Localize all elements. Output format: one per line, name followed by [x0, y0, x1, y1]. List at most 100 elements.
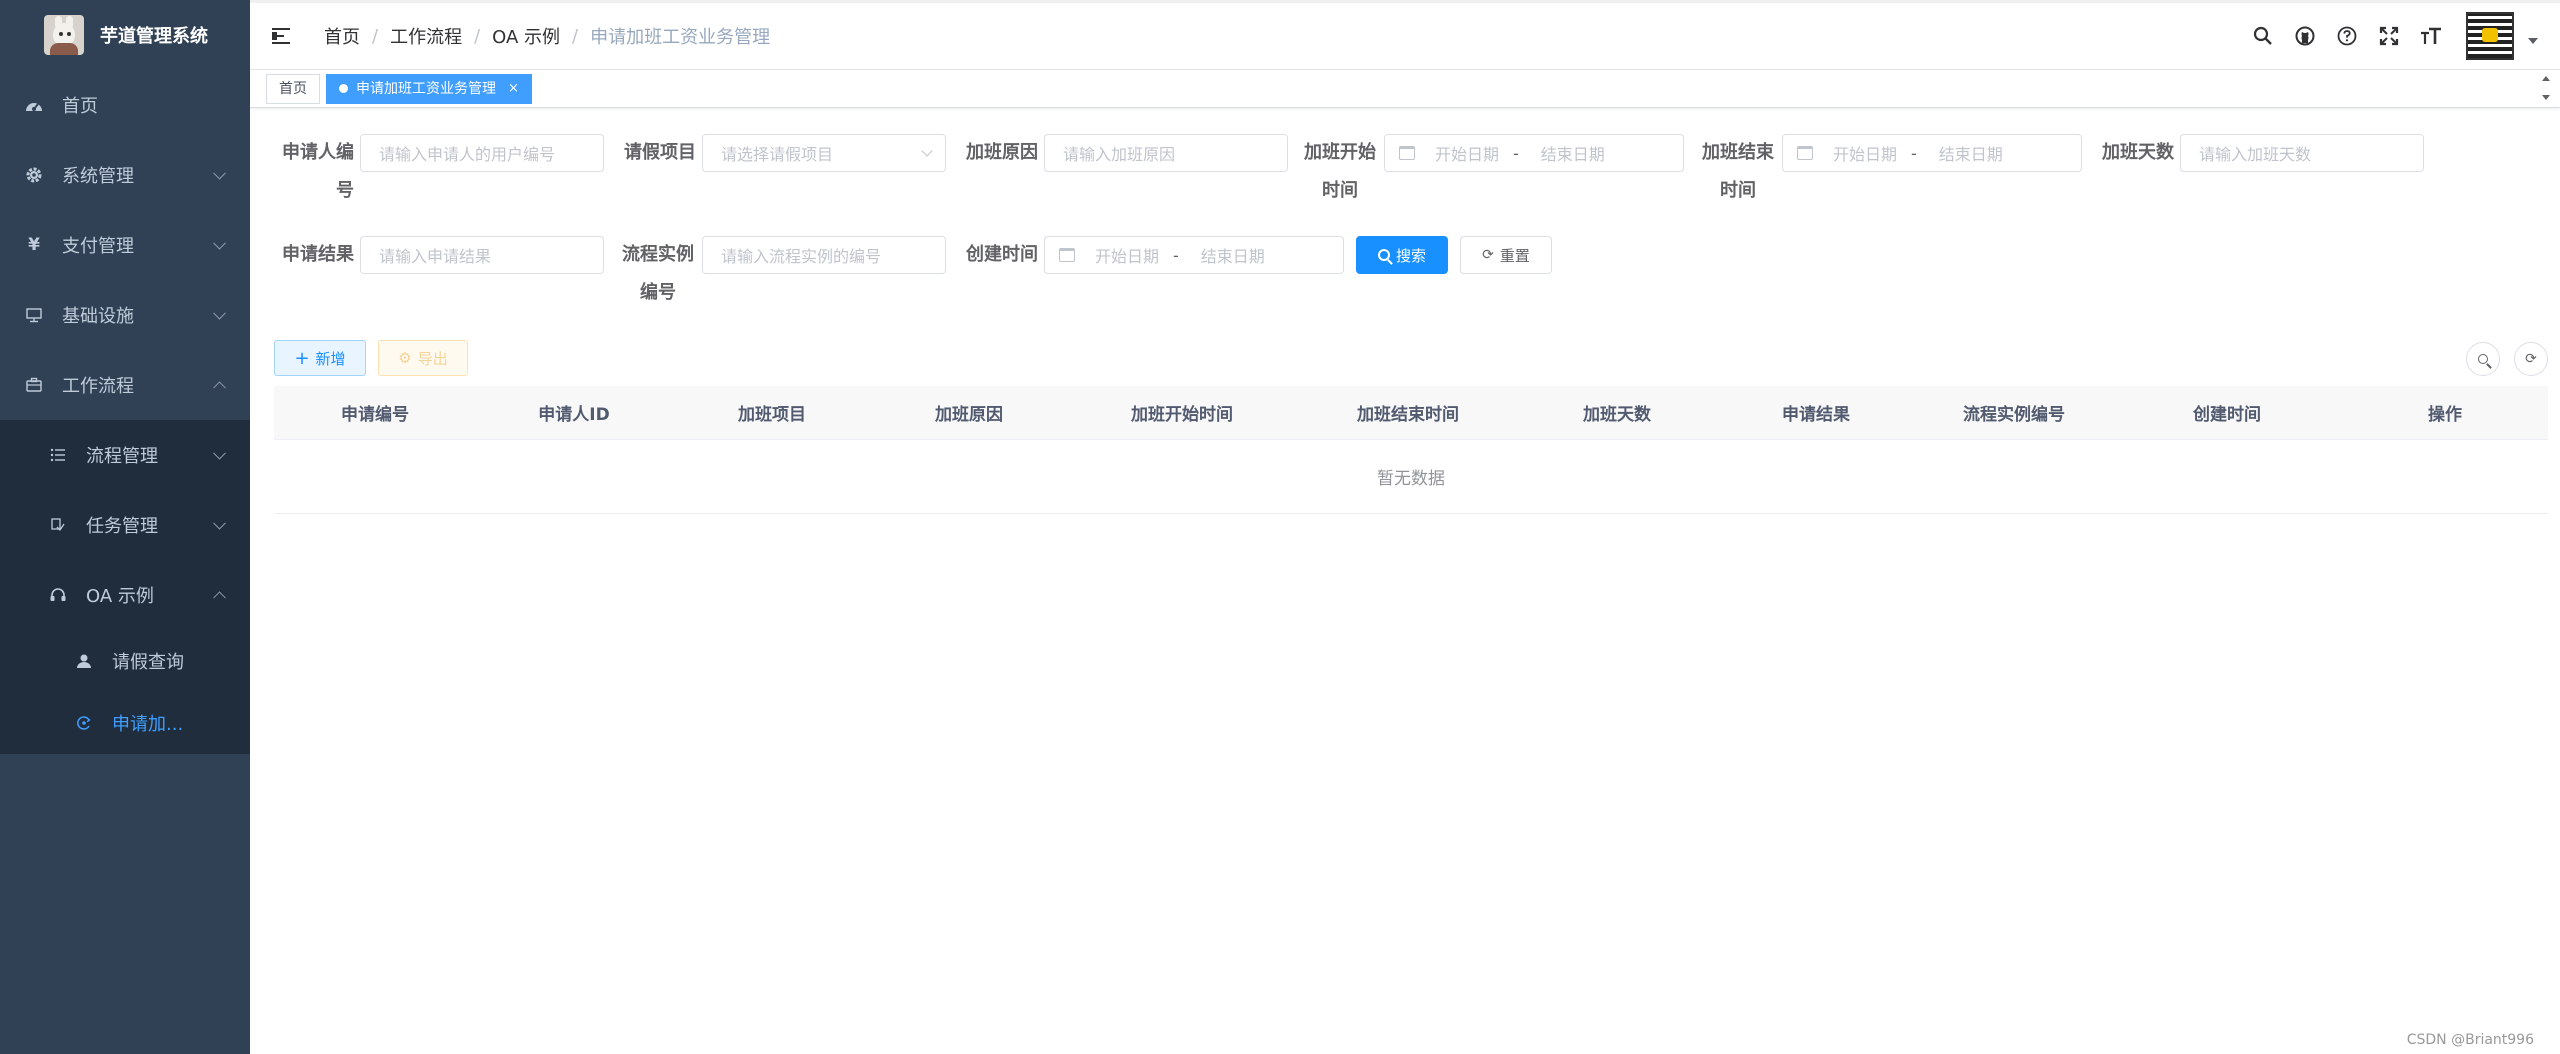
help-icon[interactable]	[2334, 23, 2360, 49]
chevron-down-icon	[213, 516, 226, 530]
search-icon[interactable]	[2250, 23, 2276, 49]
reason-label: 加班原因	[966, 142, 1038, 163]
range-separator: -	[1513, 143, 1519, 163]
add-button[interactable]: + 新增	[274, 340, 366, 376]
logo[interactable]: 芋道管理系统	[0, 0, 250, 70]
search-button[interactable]: 搜索	[1356, 236, 1448, 274]
days-input[interactable]: 请输入加班天数	[2180, 134, 2424, 172]
column-header: 申请编号	[341, 405, 409, 425]
breadcrumb-oa-example[interactable]: OA 示例	[492, 23, 560, 49]
applicant-input[interactable]: 请输入申请人的用户编号	[360, 134, 604, 172]
sidebar-item-label: 任务管理	[86, 516, 158, 537]
start-time-range[interactable]: 开始日期 - 结束日期	[1384, 134, 1684, 172]
end-date-placeholder: 结束日期	[1200, 247, 1265, 266]
end-time-label: 加班结束时间	[1702, 142, 1774, 201]
column-header: 申请结果	[1782, 405, 1850, 425]
github-icon[interactable]	[2292, 23, 2318, 49]
create-time-range[interactable]: 开始日期 - 结束日期	[1044, 236, 1344, 274]
sidebar-item-home[interactable]: 首页	[0, 70, 250, 140]
sidebar-item-label: 工作流程	[62, 376, 134, 397]
sidebar-item-workflow[interactable]: 工作流程	[0, 350, 250, 420]
user-icon	[74, 651, 94, 671]
fullscreen-icon[interactable]	[2376, 23, 2402, 49]
workflow-submenu: 流程管理 任务管理 OA 示例 请假查询 申请加...	[0, 420, 250, 754]
search-form-row-2: 申请结果 请输入申请结果 流程实例编号 请输入流程实例的编号 创建时间 开始日期…	[274, 210, 2548, 310]
start-date-placeholder: 开始日期	[1095, 247, 1160, 266]
dashboard-icon	[24, 95, 44, 115]
breadcrumb-home[interactable]: 首页	[324, 23, 360, 49]
export-button[interactable]: ⚙ 导出	[378, 340, 468, 376]
monitor-icon	[24, 305, 44, 325]
tag-active[interactable]: 申请加班工资业务管理 ×	[326, 73, 532, 104]
range-separator: -	[1173, 245, 1179, 265]
table-header: 申请编号 申请人ID 加班项目 加班原因 加班开始时间 加班结束时间 加班天数 …	[274, 386, 2548, 440]
reset-button[interactable]: ⟳ 重置	[1460, 236, 1552, 274]
sidebar-item-system[interactable]: 系统管理	[0, 140, 250, 210]
plus-icon: +	[294, 347, 310, 369]
logo-image	[44, 15, 84, 55]
leave-item-select[interactable]: 请选择请假项目	[702, 134, 946, 172]
breadcrumb: 首页 / 工作流程 / OA 示例 / 申请加班工资业务管理	[324, 23, 770, 49]
headset-icon	[48, 585, 68, 605]
refresh-table-button[interactable]: ⟳	[2514, 342, 2548, 376]
tag-active-label: 申请加班工资业务管理	[356, 80, 496, 97]
result-label: 申请结果	[282, 244, 354, 265]
sidebar-item-label: 基础设施	[62, 306, 134, 327]
calendar-icon	[1797, 146, 1813, 160]
leave-item-label: 请假项目	[624, 142, 696, 163]
start-date-placeholder: 开始日期	[1435, 145, 1500, 164]
empty-state: 暂无数据	[274, 440, 2548, 514]
toggle-search-button[interactable]	[2466, 342, 2500, 376]
search-icon	[1377, 249, 1390, 261]
reason-input[interactable]: 请输入加班原因	[1044, 134, 1288, 172]
font-size-icon[interactable]	[2418, 23, 2444, 49]
yen-icon: ¥	[28, 235, 40, 255]
hamburger-icon[interactable]	[272, 27, 294, 45]
table-toolbar: + 新增 ⚙ 导出 ⟳	[274, 340, 2548, 378]
tag-home[interactable]: 首页	[266, 73, 320, 104]
sidebar-item-payment[interactable]: ¥ 支付管理	[0, 210, 250, 280]
breadcrumb-workflow[interactable]: 工作流程	[390, 23, 462, 49]
breadcrumb-separator: /	[572, 25, 579, 47]
search-form-row-1: 申请人编号 请输入申请人的用户编号 请假项目 请选择请假项目 加班原因 请输入加…	[274, 108, 2548, 208]
caret-down-icon[interactable]	[2528, 38, 2538, 44]
chevron-up-icon	[213, 381, 226, 395]
close-icon[interactable]: ×	[508, 75, 519, 103]
sidebar-item-oa-example[interactable]: OA 示例	[0, 560, 250, 630]
scroll-down-icon[interactable]	[2542, 95, 2550, 100]
sidebar-item-leave-query[interactable]: 请假查询	[0, 630, 250, 692]
scroll-up-icon[interactable]	[2542, 76, 2550, 81]
sidebar-item-label: OA 示例	[86, 586, 154, 607]
sidebar-item-label: 首页	[62, 96, 98, 117]
search-button-label: 搜索	[1395, 246, 1426, 265]
refresh-icon: ⟳	[1482, 247, 1494, 263]
start-time-label: 加班开始时间	[1304, 142, 1376, 201]
sidebar-item-overtime-apply[interactable]: 申请加...	[0, 692, 250, 754]
result-input[interactable]: 请输入申请结果	[360, 236, 604, 274]
user-avatar[interactable]	[2466, 12, 2514, 60]
end-date-placeholder: 结束日期	[1540, 145, 1605, 164]
search-icon	[2478, 354, 2488, 364]
tags-scroll[interactable]	[2542, 76, 2552, 100]
refresh-icon: ⟳	[2525, 351, 2537, 367]
end-time-range[interactable]: 开始日期 - 结束日期	[1782, 134, 2082, 172]
sidebar-item-process-management[interactable]: 流程管理	[0, 420, 250, 490]
list-icon	[48, 445, 68, 465]
oa-submenu: 请假查询 申请加...	[0, 630, 250, 754]
sidebar-item-label: 流程管理	[86, 446, 158, 467]
watermark: CSDN @Briant996	[2406, 1032, 2534, 1048]
calendar-icon	[1399, 146, 1415, 160]
chevron-down-icon	[213, 166, 226, 180]
sidebar-item-label: 支付管理	[62, 236, 134, 257]
sidebar-menu: 首页 系统管理 ¥ 支付管理 基础设施 工作流程	[0, 70, 250, 420]
start-date-placeholder: 开始日期	[1833, 145, 1898, 164]
breadcrumb-separator: /	[474, 25, 481, 47]
days-label: 加班天数	[2102, 142, 2174, 163]
sidebar: 芋道管理系统 首页 系统管理 ¥ 支付管理 基础设施 工作流程 流程管理 任务管…	[0, 0, 250, 1054]
briefcase-icon	[24, 375, 44, 395]
sidebar-item-task-management[interactable]: 任务管理	[0, 490, 250, 560]
column-header: 加班项目	[738, 405, 806, 425]
process-input[interactable]: 请输入流程实例的编号	[702, 236, 946, 274]
download-icon: ⚙	[398, 349, 412, 367]
sidebar-item-infra[interactable]: 基础设施	[0, 280, 250, 350]
